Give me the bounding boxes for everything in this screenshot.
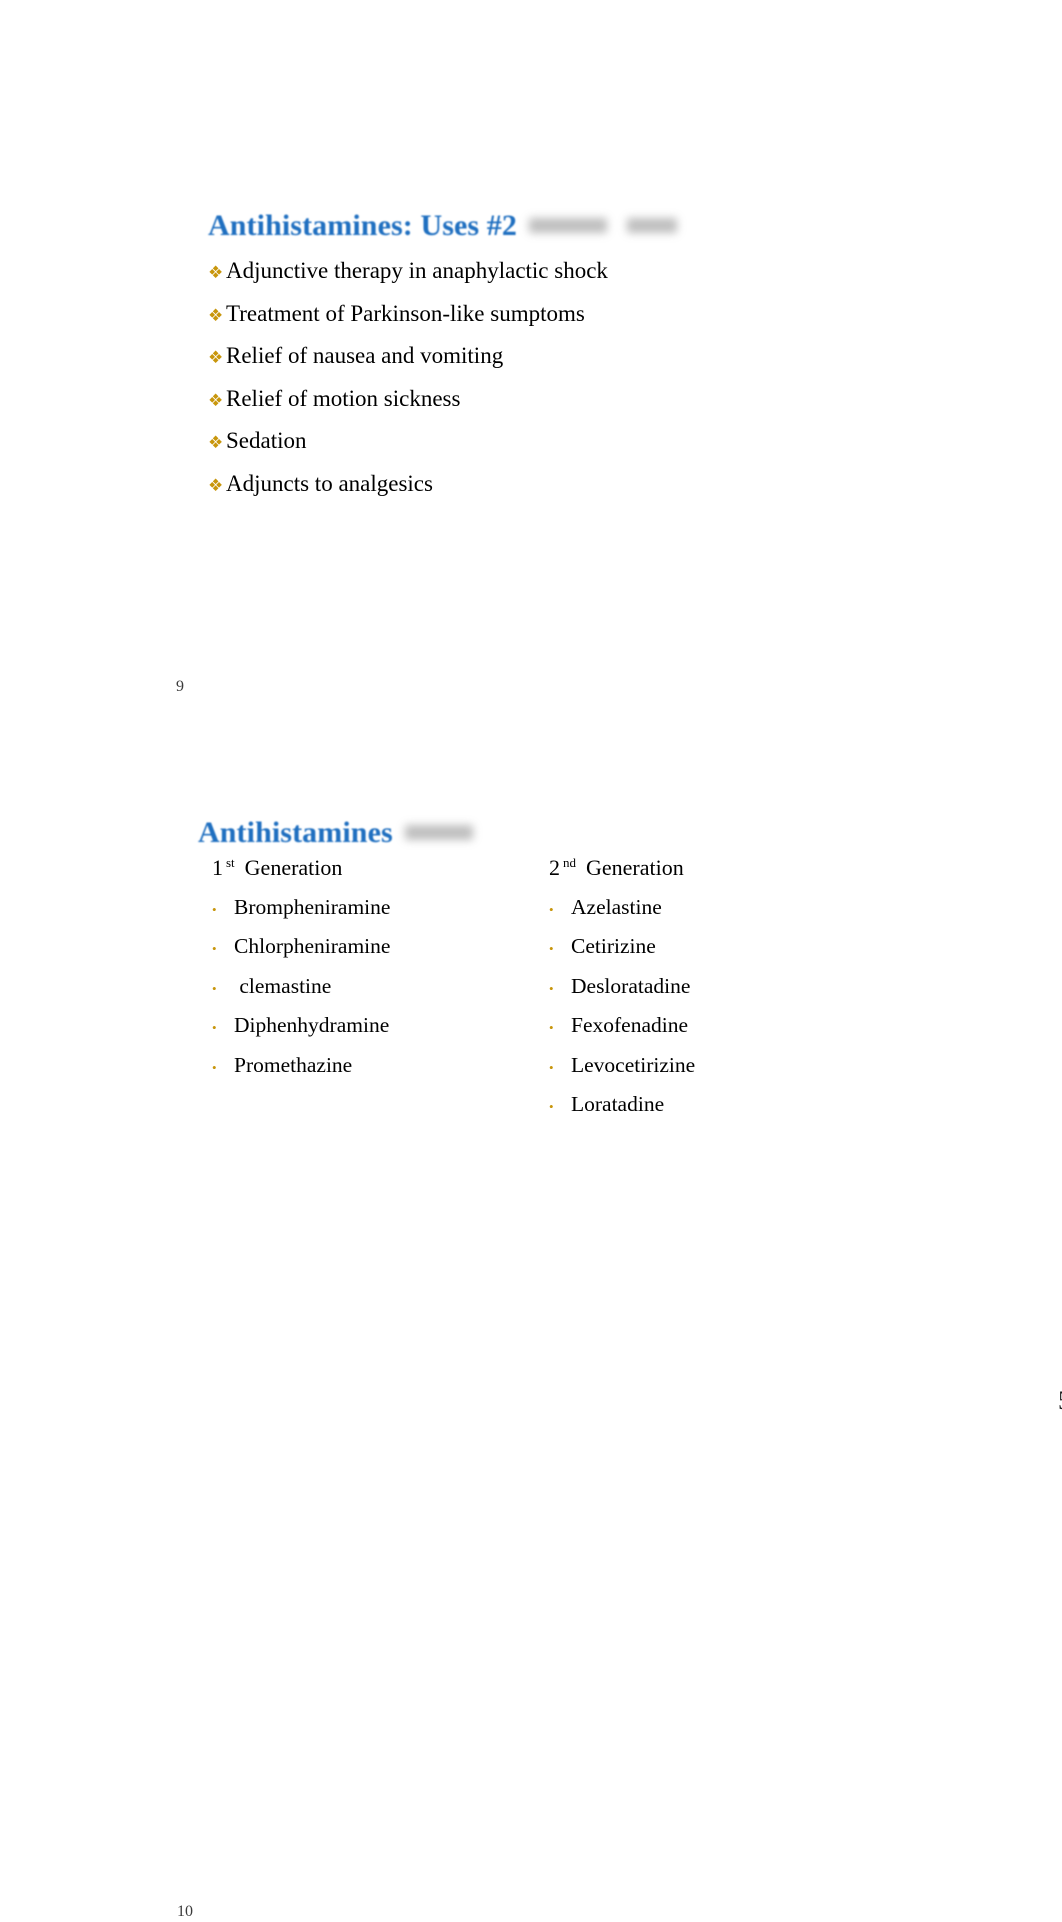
dot-bullet-icon: • <box>212 980 217 996</box>
slide-number: 10 <box>177 1903 193 1920</box>
second-generation-heading: 2nd Generation <box>547 853 887 893</box>
bullet-item: ❖ Treatment of Parkinson-like sumptoms <box>208 299 848 342</box>
drug-name: Cetirizine <box>571 934 656 959</box>
bullet-item: ❖ Relief of nausea and vomiting <box>208 341 848 384</box>
drug-name: Loratadine <box>571 1091 665 1116</box>
bullet-label: Treatment of Parkinson-like sumptoms <box>226 300 585 326</box>
drug-list-item: • Loratadine <box>547 1090 887 1129</box>
heading-ordinal: st <box>226 854 235 870</box>
drug-list-item: • Promethazine <box>210 1051 530 1090</box>
drug-list-item: • Desloratadine <box>547 972 887 1011</box>
drug-list-item: • clemastine <box>210 972 530 1011</box>
drug-name: Fexofenadine <box>571 1013 689 1038</box>
drug-list-item: • Levocetirizine <box>547 1051 887 1090</box>
diamond-bullet-icon: ❖ <box>208 348 224 368</box>
dot-bullet-icon: • <box>549 941 554 957</box>
drug-name: Levocetirizine <box>571 1052 696 1077</box>
heading-word: Generation <box>586 855 684 880</box>
slide-10-title: Antihistamines <box>198 813 473 853</box>
bullet-label: Relief of motion sickness <box>226 385 461 411</box>
drug-name: Chlorpheniramine <box>234 934 391 959</box>
diamond-bullet-icon: ❖ <box>208 475 224 495</box>
dot-bullet-icon: • <box>212 1059 217 1075</box>
bullet-item: ❖ Sedation <box>208 426 848 469</box>
drug-name: Azelastine <box>571 895 662 919</box>
slide-number: 9 <box>176 678 184 695</box>
diamond-bullet-icon: ❖ <box>208 263 224 282</box>
dot-bullet-icon: • <box>212 941 217 957</box>
slide-9-title-redaction <box>517 203 677 243</box>
drug-list-item: • Fexofenadine <box>547 1011 887 1050</box>
handout-page: Antihistamines: Uses #2 ❖ Adjunctive the… <box>0 0 1062 1920</box>
bullet-label: Relief of nausea and vomiting <box>226 343 504 369</box>
bullet-label: Adjunctive therapy in anaphylactic shock <box>226 258 608 283</box>
bullet-item: ❖ Adjunctive therapy in anaphylactic sho… <box>208 256 848 299</box>
dot-bullet-icon: • <box>212 902 217 917</box>
slide-10-title-redaction <box>393 810 473 850</box>
slide-9-title-text: Antihistamines: Uses #2 <box>208 209 517 243</box>
bullet-item: ❖ Adjuncts to analgesics <box>208 469 848 512</box>
drug-list-item: • Brompheniramine <box>210 893 530 932</box>
drug-list-item: • Chlorpheniramine <box>210 932 530 971</box>
first-generation-heading: 1st Generation <box>210 853 530 893</box>
page-number: 5 <box>1058 1386 1062 1416</box>
diamond-bullet-icon: ❖ <box>208 305 224 325</box>
diamond-bullet-icon: ❖ <box>208 390 224 410</box>
dot-bullet-icon: • <box>549 980 554 996</box>
redaction-block <box>626 217 677 233</box>
drug-list-item: • Azelastine <box>547 893 887 932</box>
first-generation-column: 1st Generation • Brompheniramine • Chlorp… <box>210 853 530 1090</box>
drug-name: Brompheniramine <box>234 895 391 919</box>
bullet-label: Sedation <box>226 428 307 454</box>
heading-word: Generation <box>244 855 343 880</box>
drug-name: Desloratadine <box>571 973 691 998</box>
slide-10-title-text: Antihistamines <box>198 816 393 850</box>
generation-columns: 1st Generation • Brompheniramine • Chlorp… <box>0 853 1062 1133</box>
redaction-block <box>528 217 607 233</box>
heading-ordinal: nd <box>563 854 576 870</box>
slide-9-bullet-list: ❖ Adjunctive therapy in anaphylactic sho… <box>208 256 848 512</box>
drug-name: Promethazine <box>234 1052 353 1077</box>
second-generation-column: 2nd Generation • Azelastine • Cetirizine … <box>547 853 887 1129</box>
drug-list-item: • Diphenhydramine <box>210 1011 530 1050</box>
bullet-label: Adjuncts to analgesics <box>226 470 433 496</box>
redaction-block <box>404 824 473 840</box>
heading-number: 1 <box>212 855 223 880</box>
dot-bullet-icon: • <box>549 902 554 917</box>
dot-bullet-icon: • <box>549 1059 554 1075</box>
drug-name: clemastine <box>234 973 332 998</box>
dot-bullet-icon: • <box>549 1098 554 1114</box>
dot-bullet-icon: • <box>212 1020 217 1036</box>
heading-number: 2 <box>549 855 560 880</box>
drug-list-item: • Cetirizine <box>547 932 887 971</box>
bullet-item: ❖ Relief of motion sickness <box>208 384 848 427</box>
dot-bullet-icon: • <box>549 1020 554 1036</box>
drug-name: Diphenhydramine <box>234 1013 390 1038</box>
slide-9-title: Antihistamines: Uses #2 <box>208 206 677 246</box>
diamond-bullet-icon: ❖ <box>208 433 224 453</box>
